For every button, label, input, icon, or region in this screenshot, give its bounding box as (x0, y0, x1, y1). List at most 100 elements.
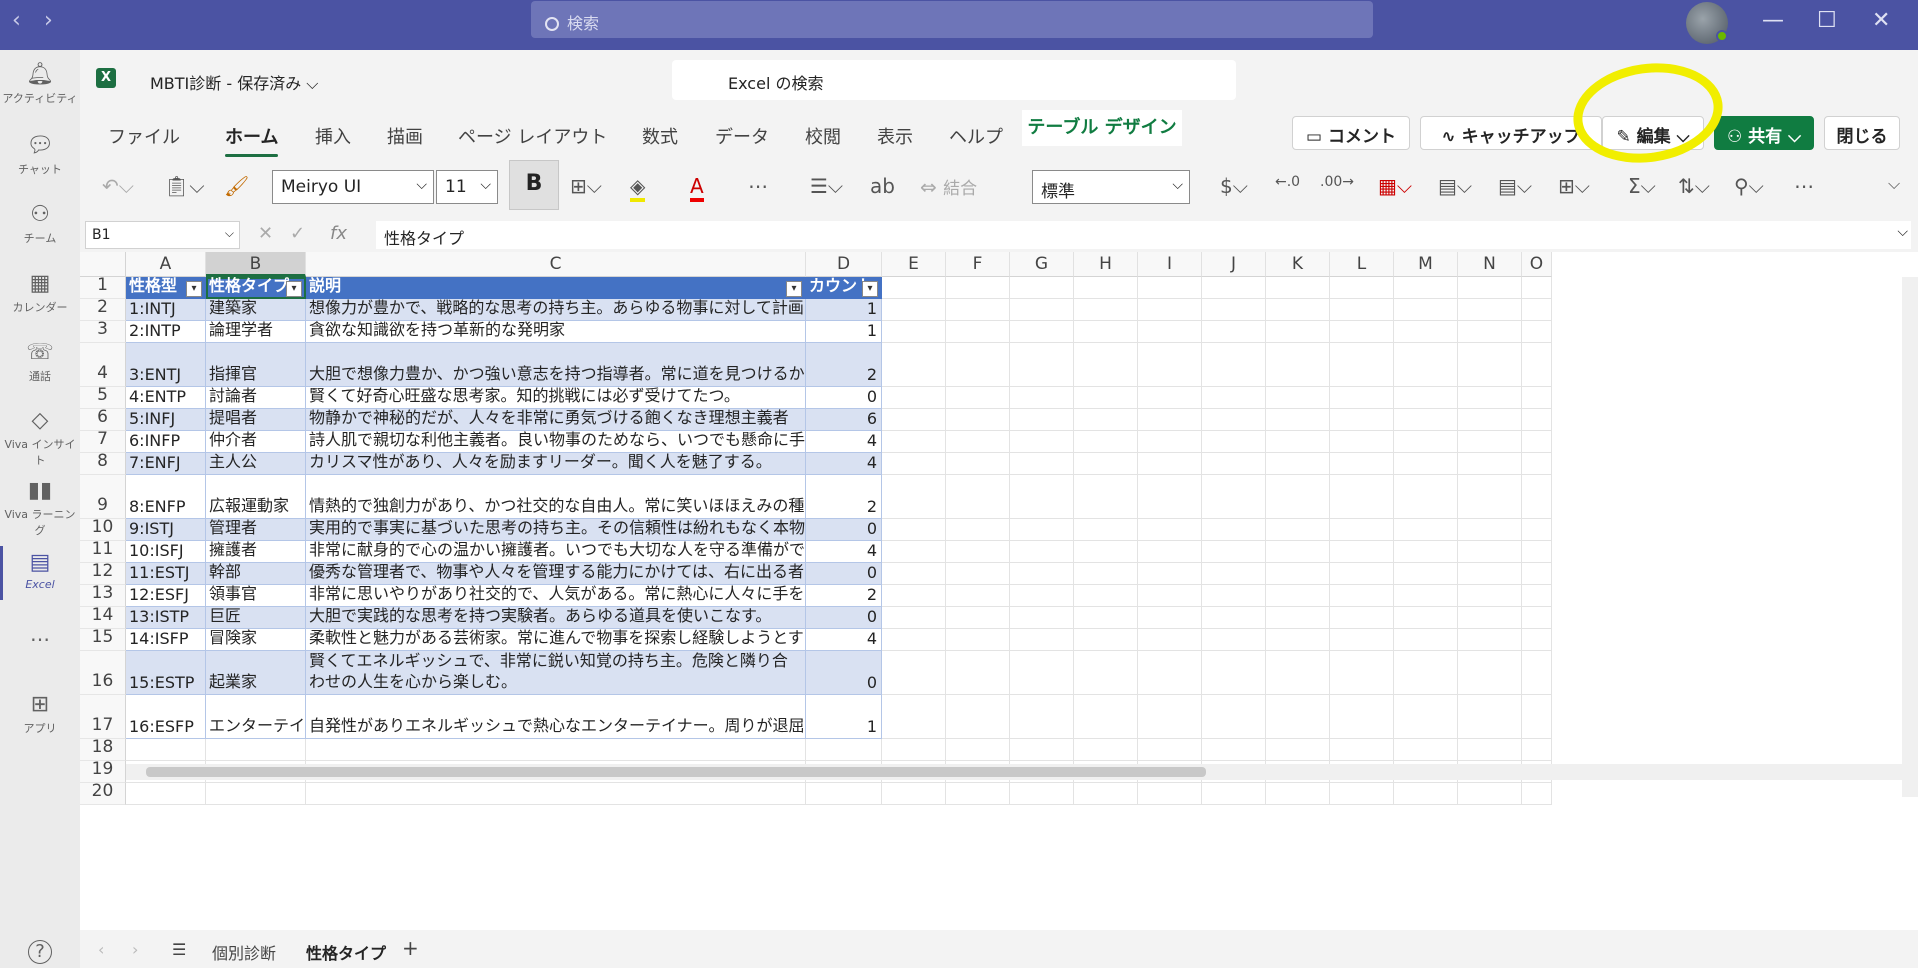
empty-cell[interactable] (1522, 695, 1552, 739)
spreadsheet-grid[interactable]: A B C D E F G H I J K L M N O 1 性格型 ▾ 性格タイプ ▾ 説明 ▾ カウント ▾ 2 1:INT… (80, 252, 1918, 930)
column-header[interactable]: K (1266, 252, 1330, 277)
global-search-input[interactable]: 検索 (531, 1, 1373, 38)
empty-cell[interactable] (1138, 299, 1202, 321)
empty-cell[interactable] (946, 585, 1010, 607)
empty-cell[interactable] (1394, 519, 1458, 541)
rail-item-apps[interactable]: ⊞ アプリ (0, 692, 80, 736)
scroll-thumb[interactable] (146, 767, 1206, 777)
table-cell[interactable]: 情熱的で独創力があり、かつ社交的な自由人。常に笑いほほえみの種を見つけられる。 (306, 475, 806, 519)
table-cell[interactable]: 柔軟性と魅力がある芸術家。常に進んで物事を探索し経験しようとする。 (306, 629, 806, 651)
find-icon[interactable]: ⚲⌵ (1734, 174, 1764, 198)
empty-cell[interactable] (1202, 629, 1266, 651)
empty-cell[interactable] (1522, 299, 1552, 321)
column-header[interactable]: D (806, 252, 882, 277)
table-cell[interactable]: 巨匠 (206, 607, 306, 629)
empty-cell[interactable] (882, 607, 946, 629)
empty-cell[interactable] (1010, 343, 1074, 387)
table-cell[interactable]: 0 (806, 387, 882, 409)
empty-cell[interactable] (946, 629, 1010, 651)
table-cell[interactable]: 1 (806, 321, 882, 343)
empty-cell[interactable] (1522, 277, 1552, 299)
rail-item-excel[interactable]: ▤ Excel (0, 546, 80, 600)
empty-cell[interactable] (946, 453, 1010, 475)
empty-cell[interactable] (1202, 607, 1266, 629)
table-cell[interactable]: 非常に思いやりがあり社交的で、人気がある。常に熱心に人々に手を差し伸べている。 (306, 585, 806, 607)
empty-cell[interactable] (946, 563, 1010, 585)
empty-cell[interactable] (882, 629, 946, 651)
empty-cell[interactable] (1522, 387, 1552, 409)
empty-cell[interactable] (1330, 409, 1394, 431)
empty-cell[interactable] (1458, 541, 1522, 563)
table-cell[interactable]: 2 (806, 475, 882, 519)
rail-item-calendar[interactable]: ▦ カレンダー (0, 271, 80, 315)
table-cell[interactable]: 広報運動家 (206, 475, 306, 519)
empty-cell[interactable] (1458, 299, 1522, 321)
empty-cell[interactable] (1330, 299, 1394, 321)
empty-cell[interactable] (1010, 629, 1074, 651)
empty-cell[interactable] (1458, 519, 1522, 541)
empty-cell[interactable] (946, 519, 1010, 541)
back-arrow-icon[interactable]: ‹ (12, 8, 21, 33)
row-header[interactable]: 13 (80, 583, 126, 607)
format-as-table-icon[interactable]: ▤⌵ (1438, 174, 1472, 198)
table-cell[interactable]: 指揮官 (206, 343, 306, 387)
empty-cell[interactable] (1202, 651, 1266, 695)
empty-cell[interactable] (1458, 585, 1522, 607)
empty-cell[interactable] (1202, 387, 1266, 409)
column-header[interactable]: J (1202, 252, 1266, 277)
empty-cell[interactable] (946, 321, 1010, 343)
empty-cell[interactable] (1202, 783, 1266, 805)
table-cell[interactable]: 大胆で想像力豊か、かつ強い意志を持つ指導者。常に道を見つけるか、道を切り開く。 (306, 343, 806, 387)
table-cell[interactable]: 9:ISTJ (126, 519, 206, 541)
empty-cell[interactable] (882, 563, 946, 585)
empty-cell[interactable] (1074, 321, 1138, 343)
autosum-icon[interactable]: Σ⌵ (1628, 174, 1656, 198)
column-header[interactable]: N (1458, 252, 1522, 277)
empty-cell[interactable] (1394, 629, 1458, 651)
column-header[interactable]: G (1010, 252, 1074, 277)
empty-cell[interactable] (1138, 519, 1202, 541)
filter-dropdown-icon[interactable]: ▾ (286, 281, 302, 297)
empty-cell[interactable] (1394, 453, 1458, 475)
empty-cell[interactable] (1010, 321, 1074, 343)
tab-draw[interactable]: 描画 (387, 123, 423, 149)
tab-help[interactable]: ヘルプ (949, 123, 1003, 149)
empty-cell[interactable] (1202, 453, 1266, 475)
row-header[interactable]: 17 (80, 695, 126, 739)
column-header[interactable]: E (882, 252, 946, 277)
align-icon[interactable]: ☰⌵ (810, 174, 843, 198)
conditional-format-icon[interactable]: ▦⌵ (1378, 174, 1412, 198)
row-header[interactable]: 10 (80, 517, 126, 541)
table-cell[interactable]: 0 (806, 607, 882, 629)
empty-cell[interactable] (806, 739, 882, 761)
empty-cell[interactable] (1138, 783, 1202, 805)
empty-cell[interactable] (1330, 475, 1394, 519)
empty-cell[interactable] (1522, 607, 1552, 629)
table-cell[interactable]: 貪欲な知識欲を持つ革新的な発明家 (306, 321, 806, 343)
empty-cell[interactable] (946, 387, 1010, 409)
empty-cell[interactable] (206, 783, 306, 805)
empty-cell[interactable] (1202, 299, 1266, 321)
column-header[interactable]: A (126, 252, 206, 277)
empty-cell[interactable] (882, 519, 946, 541)
table-cell[interactable]: 起業家 (206, 651, 306, 695)
empty-cell[interactable] (1202, 563, 1266, 585)
row-header[interactable]: 6 (80, 407, 126, 431)
forward-arrow-icon[interactable]: › (44, 8, 53, 33)
empty-cell[interactable] (1202, 321, 1266, 343)
row-header[interactable]: 5 (80, 385, 126, 409)
empty-cell[interactable] (1010, 519, 1074, 541)
empty-cell[interactable] (1458, 563, 1522, 585)
empty-cell[interactable] (206, 739, 306, 761)
empty-cell[interactable] (1266, 453, 1330, 475)
row-header[interactable]: 16 (80, 651, 126, 695)
empty-cell[interactable] (1394, 321, 1458, 343)
empty-cell[interactable] (1266, 321, 1330, 343)
empty-cell[interactable] (1074, 585, 1138, 607)
maximize-button[interactable]: ☐ (1817, 8, 1837, 33)
empty-cell[interactable] (1010, 277, 1074, 299)
table-cell[interactable]: 12:ESFJ (126, 585, 206, 607)
empty-cell[interactable] (1522, 585, 1552, 607)
font-color-icon[interactable]: A (690, 174, 704, 202)
table-cell[interactable]: 賢くて好奇心旺盛な思考家。知的挑戦には必ず受けてたつ。 (306, 387, 806, 409)
